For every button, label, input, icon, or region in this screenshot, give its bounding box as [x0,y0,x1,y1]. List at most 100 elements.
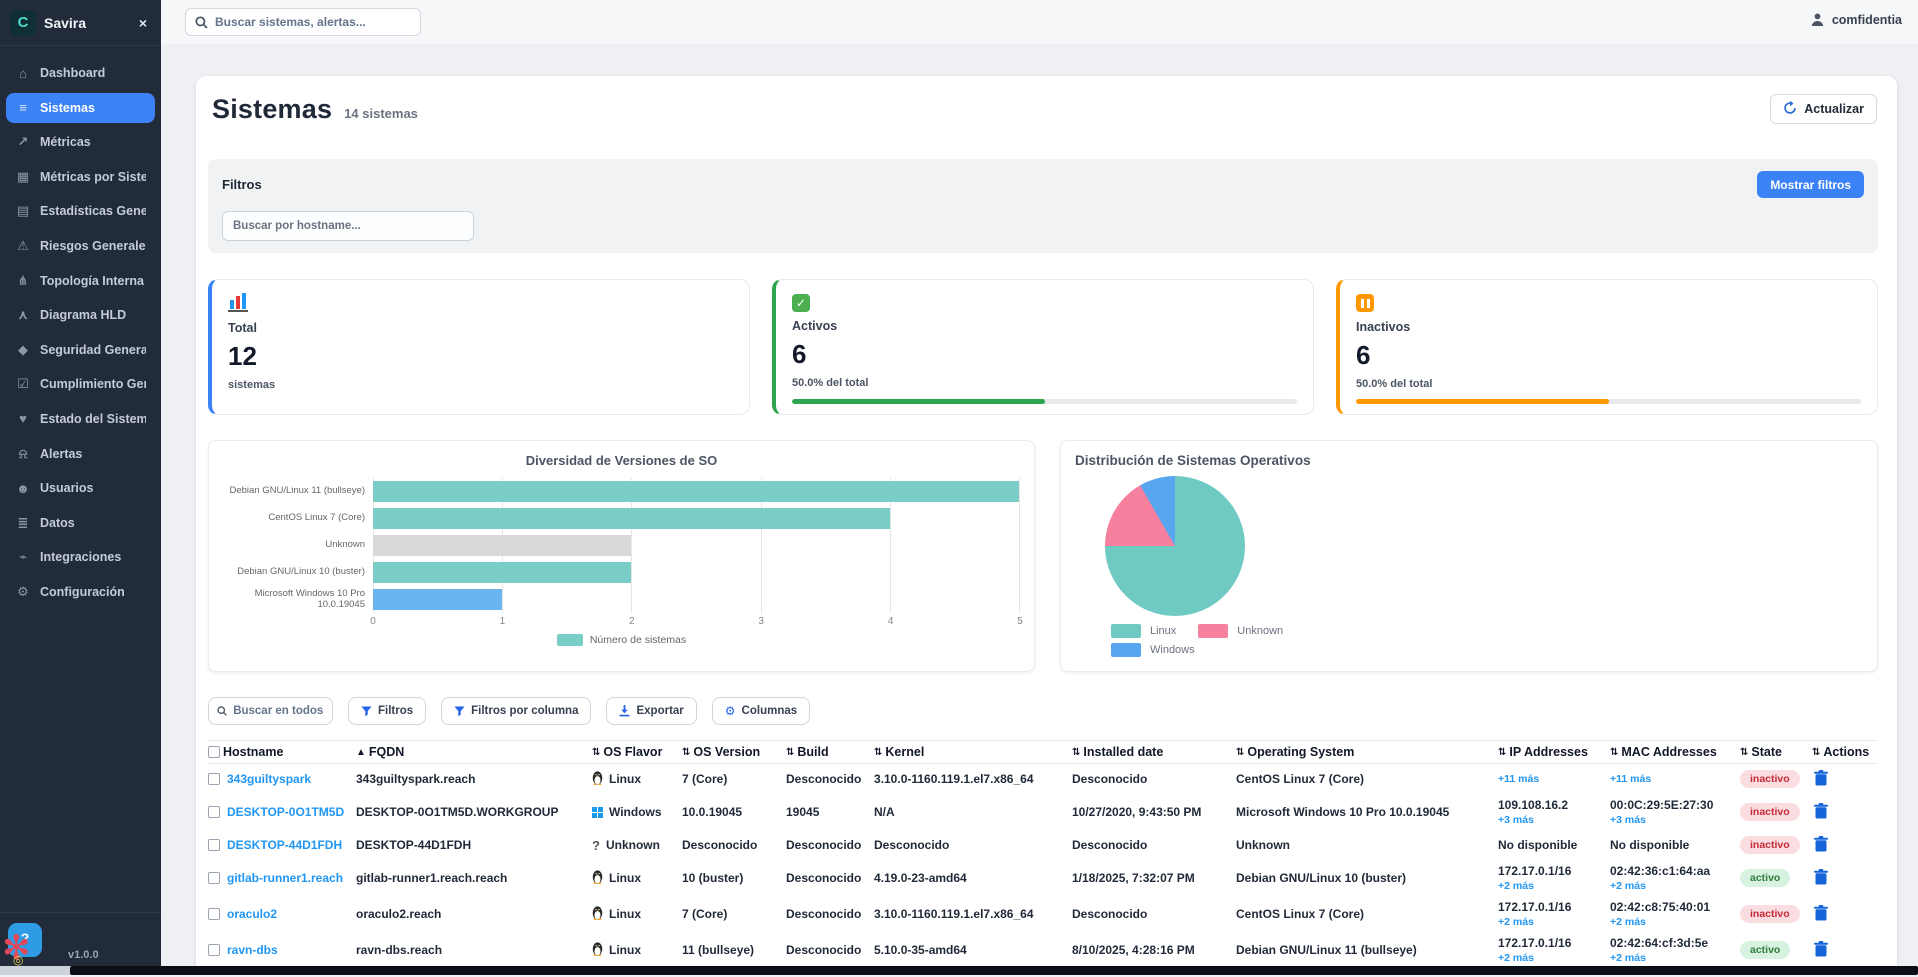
column-header-hostname[interactable]: Hostname [208,745,356,759]
check-icon: ✓ [792,294,810,312]
stat-progressbar [792,399,1297,404]
ip-addresses-more-link[interactable]: +3 más [1498,814,1602,826]
sidebar-item-topologia[interactable]: ⋔ Topología Interna [6,266,155,296]
column-label: FQDN [369,745,404,759]
refresh-button[interactable]: Actualizar [1770,94,1877,124]
ip-addresses-more-link[interactable]: +2 más [1498,952,1602,964]
sidebar-item-seguridad[interactable]: ◆Seguridad General [6,335,155,365]
column-header-os-version[interactable]: ⇅OS Version [682,745,786,759]
sidebar-item-estadisticas[interactable]: ▤Estadísticas Generales [6,196,155,226]
column-header-kernel[interactable]: ⇅Kernel [874,745,1072,759]
sidebar-item-configuracion[interactable]: ⚙Configuración [6,577,155,607]
bar-category-label: Microsoft Windows 10 Pro 10.0.19045 [223,586,373,613]
delete-button[interactable] [1812,903,1830,926]
sidebar-item-cumplimiento[interactable]: ☑Cumplimiento General [6,369,155,399]
sidebar-item-metricas-sistema[interactable]: ▦Métricas por Sistema [6,162,155,192]
sidebar-item-label: Riesgos Generales [40,239,146,253]
integrations-icon: ⌁ [15,549,31,565]
user-menu[interactable]: comfidentia [1810,12,1902,27]
column-filters-button[interactable]: Filtros por columna [441,697,591,725]
mac-addresses-more-link[interactable]: +2 más [1610,952,1732,964]
ip-addresses-more-link[interactable]: +2 más [1498,880,1602,892]
sidebar-item-datos[interactable]: ≣Datos [6,508,155,538]
column-header-mac-addresses[interactable]: ⇅MAC Addresses [1610,745,1740,759]
show-filters-button[interactable]: Mostrar filtros [1757,171,1864,198]
mac-addresses-more-link[interactable]: +2 más [1610,916,1732,928]
systems-panel: Sistemas 14 sistemas Actualizar Filtros … [196,76,1897,975]
sidebar-item-integraciones[interactable]: ⌁Integraciones [6,542,155,572]
mac-addresses-more-link[interactable]: +3 más [1610,814,1732,826]
table-search-input[interactable] [233,705,324,717]
delete-button[interactable] [1812,768,1830,791]
global-search-input[interactable] [215,15,411,29]
delete-button[interactable] [1812,939,1830,962]
state-badge: inactivo [1740,803,1800,821]
x-tick-label: 3 [758,616,764,627]
row-checkbox[interactable] [208,944,220,956]
bar-2 [373,535,631,556]
column-header-os-flavor[interactable]: ⇅OS Flavor [592,745,682,759]
select-all-checkbox[interactable] [208,746,220,758]
os-flavor-label: Unknown [606,838,660,852]
kernel-cell: N/A [874,805,1072,819]
bar-1 [373,508,890,529]
column-header-fqdn[interactable]: ▲FQDN [356,745,592,759]
fqdn-cell: ravn-dbs.reach [356,943,592,957]
sidebar-item-label: Datos [40,516,75,530]
sidebar-item-label: Usuarios [40,481,94,495]
kernel-cell: Desconocido [874,838,1072,852]
ip-addresses-more-link[interactable]: +11 más [1498,773,1602,785]
search-icon [195,16,208,29]
state-badge: activo [1740,941,1790,959]
mac-addresses-more-link[interactable]: +11 más [1610,773,1732,785]
column-header-build[interactable]: ⇅Build [786,745,874,759]
column-header-actions[interactable]: ⇅Actions [1812,745,1872,759]
delete-button[interactable] [1812,867,1830,890]
sidebar-item-label: Métricas por Sistema [40,170,146,184]
sidebar-item-dashboard[interactable]: ⌂Dashboard [6,58,155,88]
scrollbar-thumb[interactable] [70,966,1918,975]
state-badge: inactivo [1740,770,1800,788]
row-checkbox[interactable] [208,806,220,818]
hostname-link[interactable]: gitlab-runner1.reach [227,871,343,885]
mac-addresses-more-link[interactable]: +2 más [1610,880,1732,892]
hostname-link[interactable]: 343guiltyspark [227,772,311,786]
column-header-installed-date[interactable]: ⇅Installed date [1072,745,1236,759]
column-header-state[interactable]: ⇅State [1740,745,1812,759]
row-checkbox[interactable] [208,872,220,884]
column-header-operating-system[interactable]: ⇅Operating System [1236,745,1498,759]
hostname-link[interactable]: oraculo2 [227,907,277,921]
delete-button[interactable] [1812,834,1830,857]
hostname-search-input[interactable] [222,211,474,241]
ip-addresses-more-link[interactable]: +2 más [1498,916,1602,928]
column-header-ip-addresses[interactable]: ⇅IP Addresses [1498,745,1610,759]
delete-button[interactable] [1812,801,1830,824]
linux-penguin-icon [592,906,603,923]
row-checkbox[interactable] [208,839,220,851]
hostname-link[interactable]: ravn-dbs [227,943,278,957]
sidebar-item-usuarios[interactable]: ☻Usuarios [6,473,155,503]
sidebar-item-riesgos[interactable]: ⚠Riesgos Generales [6,231,155,261]
export-button[interactable]: Exportar [606,697,696,725]
sidebar-close-icon[interactable]: × [135,13,151,33]
columns-button[interactable]: ⚙ Columnas [712,697,810,725]
horizontal-scrollbar[interactable] [0,966,1918,975]
filters-button[interactable]: Filtros [348,697,426,725]
hostname-link[interactable]: DESKTOP-0O1TM5D [227,805,344,819]
os-flavor-label: Windows [609,805,662,819]
linux-penguin-icon [592,870,603,887]
sidebar-item-estado[interactable]: ♥Estado del Sistema [6,404,155,434]
sidebar-item-sistemas[interactable]: ≡Sistemas [6,93,155,123]
row-checkbox[interactable] [208,908,220,920]
sidebar-item-diagrama-hld[interactable]: ⋏Diagrama HLD [6,300,155,330]
topology-icon: ⋔ [15,273,31,289]
sidebar-item-metricas[interactable]: ↗Métricas [6,127,155,157]
download-icon [619,705,630,717]
os-version-cell: 10 (buster) [682,871,786,885]
row-checkbox[interactable] [208,773,220,785]
hostname-link[interactable]: DESKTOP-44D1FDH [227,838,342,852]
sidebar-item-alertas[interactable]: ⍾Alertas [6,439,155,469]
alerts-icon: ⍾ [15,446,31,462]
sidebar-item-label: Topología Interna [40,274,144,288]
pie-chart-legend: LinuxUnknownWindows [1111,624,1863,657]
